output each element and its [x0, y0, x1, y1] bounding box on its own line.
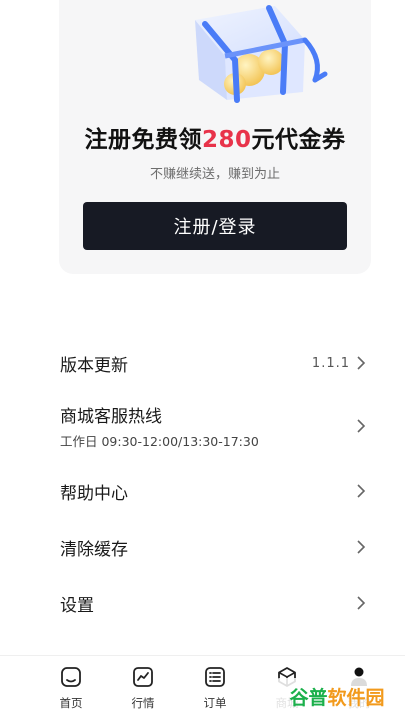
chart-icon: [133, 667, 153, 687]
menu-right-help: [356, 484, 366, 498]
gift-box-illustration: [195, 5, 328, 103]
hotline-text: 商城客服热线 工作日 09:30-12:00/13:30-17:30: [60, 402, 259, 450]
tab-market[interactable]: 行情: [121, 666, 165, 711]
menu-right-cache: [356, 540, 366, 554]
tab-orders[interactable]: 订单: [193, 666, 237, 711]
promo-subtitle: 不赚继续送，赚到为止: [149, 167, 280, 182]
promo-amount: 280: [201, 127, 252, 153]
promo-title-suffix: 元代金券: [251, 127, 346, 153]
menu-right-hotline: [356, 419, 366, 433]
promo-title: 注册免费领280元代金券: [59, 120, 371, 154]
promo-card: 注册免费领280元代金券 不赚继续送，赚到为止 注册/登录: [59, 0, 371, 274]
menu-item-clear-cache[interactable]: 清除缓存: [60, 534, 366, 560]
chevron-right-icon: [357, 596, 366, 610]
menu-item-settings[interactable]: 设置: [60, 590, 366, 616]
menu-right-settings: [356, 596, 366, 610]
site-watermark-logo: 谷普 软件园: [276, 678, 398, 714]
menu-item-help-center[interactable]: 帮助中心: [60, 478, 366, 504]
menu-label-version: 版本更新: [60, 355, 128, 376]
tab-home[interactable]: 首页: [49, 666, 93, 711]
list-icon: [205, 667, 225, 687]
tab-market-label: 行情: [131, 696, 155, 710]
version-value: 1.1.1: [311, 355, 350, 371]
hotline-hours: 工作日 09:30-12:00/13:30-17:30: [60, 434, 259, 449]
home-icon: [61, 667, 81, 687]
chevron-right-icon: [357, 419, 366, 433]
menu-item-customer-hotline[interactable]: 商城客服热线 工作日 09:30-12:00/13:30-17:30: [60, 403, 366, 449]
chevron-right-icon: [357, 484, 366, 498]
tab-orders-label: 订单: [203, 696, 227, 710]
chevron-right-icon: [357, 540, 366, 554]
menu-label-settings: 设置: [60, 595, 94, 616]
menu-label-cache: 清除缓存: [60, 539, 128, 560]
watermark-part1: 谷普: [289, 686, 328, 709]
menu-right-version: 1.1.1: [312, 356, 366, 371]
menu-label-hotline: 商城客服热线: [60, 407, 162, 427]
promo-title-prefix: 注册免费领: [84, 127, 202, 153]
watermark-part2: 软件园: [327, 686, 385, 709]
chevron-right-icon: [357, 356, 366, 370]
tab-home-label: 首页: [59, 696, 83, 710]
menu-label-help: 帮助中心: [60, 483, 128, 504]
menu-item-version-update[interactable]: 版本更新 1.1.1: [60, 350, 366, 376]
register-login-button[interactable]: 注册/登录: [83, 202, 347, 250]
